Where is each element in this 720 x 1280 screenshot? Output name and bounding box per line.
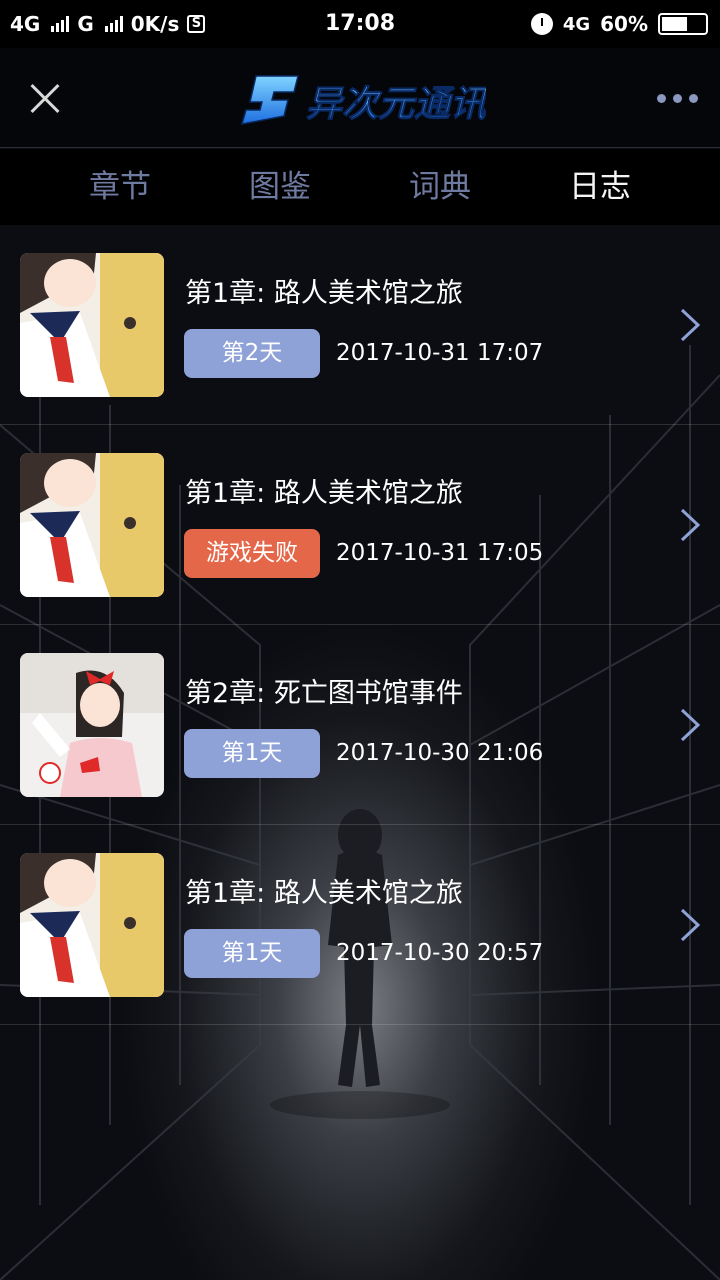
chapter-thumbnail bbox=[20, 853, 164, 997]
entry-date: 2017-10-31 17:07 bbox=[336, 340, 544, 366]
chevron-right-icon bbox=[680, 308, 701, 342]
close-icon[interactable] bbox=[22, 76, 68, 122]
chevron-right-icon bbox=[680, 908, 701, 942]
tab-chapters[interactable]: 章节 bbox=[40, 149, 200, 225]
tab-log[interactable]: 日志 bbox=[520, 149, 680, 225]
tab-dictionary[interactable]: 词典 bbox=[360, 149, 520, 225]
chapter-title: 第1章: 路人美术馆之旅 bbox=[185, 878, 463, 909]
tab-gallery[interactable]: 图鉴 bbox=[200, 149, 360, 225]
tab-bar: 章节 图鉴 词典 日志 bbox=[0, 149, 720, 225]
list-item[interactable]: 第1章: 路人美术馆之旅 游戏失败 2017-10-31 17:05 bbox=[0, 425, 720, 625]
chevron-right-icon bbox=[680, 708, 701, 742]
list-item[interactable]: 第2章: 死亡图书馆事件 第1天 2017-10-30 21:06 bbox=[0, 625, 720, 825]
chapter-thumbnail bbox=[20, 653, 164, 797]
chevron-right-icon bbox=[680, 508, 701, 542]
status-bar: 4G G 0K/s S 17:08 4G 60% bbox=[0, 0, 720, 48]
battery-fill bbox=[662, 17, 688, 31]
day-badge: 第2天 bbox=[184, 329, 320, 378]
chapter-thumbnail bbox=[20, 253, 164, 397]
app-header: 异次元通讯 bbox=[0, 48, 720, 148]
chapter-title: 第2章: 死亡图书馆事件 bbox=[185, 678, 463, 709]
chapter-title: 第1章: 路人美术馆之旅 bbox=[185, 278, 463, 309]
status-right: 4G 60% bbox=[530, 0, 708, 48]
battery-icon bbox=[658, 13, 708, 35]
battery-percent: 60% bbox=[600, 12, 648, 36]
chapter-title: 第1章: 路人美术馆之旅 bbox=[185, 478, 463, 509]
day-badge: 第1天 bbox=[184, 729, 320, 778]
entry-date: 2017-10-31 17:05 bbox=[336, 540, 544, 566]
day-badge: 第1天 bbox=[184, 929, 320, 978]
list-item[interactable]: 第1章: 路人美术馆之旅 第1天 2017-10-30 20:57 bbox=[0, 825, 720, 1025]
entry-date: 2017-10-30 20:57 bbox=[336, 940, 544, 966]
game-over-badge: 游戏失败 bbox=[184, 529, 320, 578]
log-list: 第1章: 路人美术馆之旅 第2天 2017-10-31 17:07 第1章: 路… bbox=[0, 225, 720, 1025]
list-item[interactable]: 第1章: 路人美术馆之旅 第2天 2017-10-31 17:07 bbox=[0, 225, 720, 425]
entry-date: 2017-10-30 21:06 bbox=[336, 740, 544, 766]
more-icon[interactable] bbox=[657, 88, 698, 108]
chapter-thumbnail bbox=[20, 453, 164, 597]
logo-text: 异次元通讯 bbox=[306, 84, 486, 125]
app-logo: 异次元通讯 bbox=[240, 75, 486, 126]
network-type-3: 4G bbox=[562, 13, 591, 35]
alarm-icon bbox=[530, 13, 553, 35]
